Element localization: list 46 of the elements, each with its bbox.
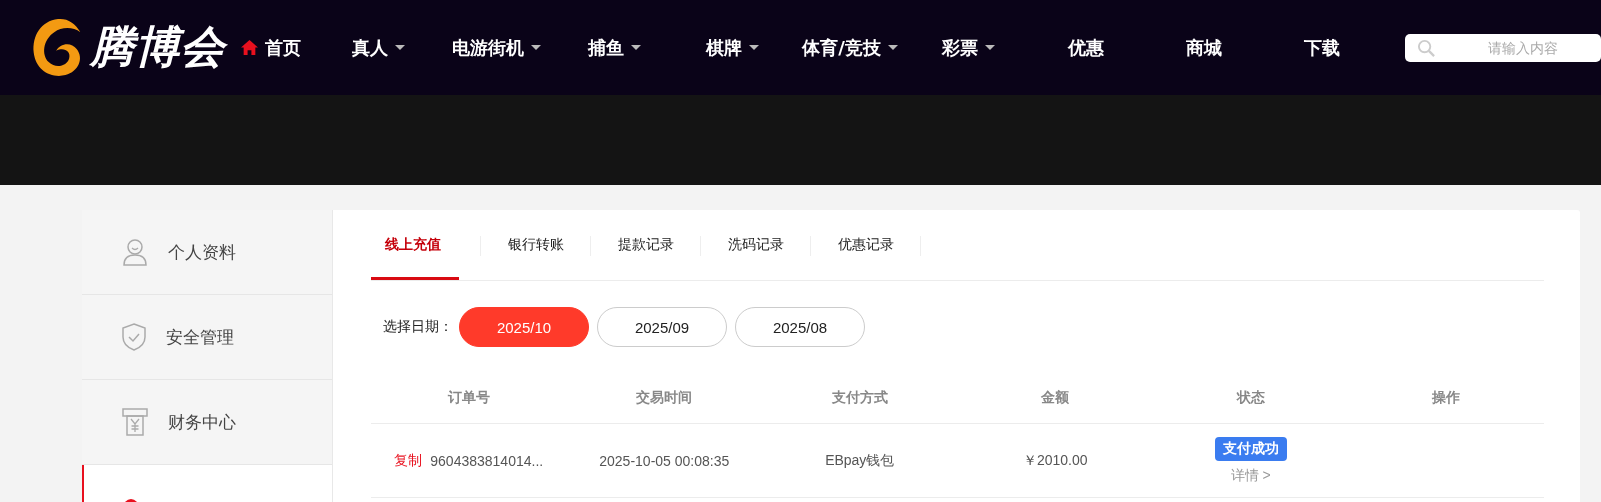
caret-icon [530,45,541,50]
nav-item[interactable]: 彩票 [909,35,1027,60]
search-field[interactable]: 请输入内容 [1405,33,1601,62]
user-icon [122,238,148,266]
tab[interactable]: 线上充值 [371,210,481,280]
status-badge: 支付成功 [1214,436,1287,461]
sidebar-item[interactable]: 个人资料 [82,210,332,295]
date-label: 选择日期： [383,318,453,336]
column-header: 操作 [1431,389,1462,407]
column-header: 金额 [1040,389,1071,407]
table-cell: EBpay钱包 [825,451,895,470]
date-button[interactable]: 2025/09 [597,307,727,347]
sidebar-icon [124,497,138,502]
shield-icon [122,323,146,351]
caret-icon [748,45,759,50]
order-number: 9604383814014... [430,452,544,469]
date-button[interactable]: 2025/10 [459,307,589,347]
nav-item[interactable]: 真人 [319,35,437,60]
nav-item[interactable]: 优惠 [1027,35,1145,60]
column-header: 状态 [1235,389,1266,407]
search-icon [1417,38,1436,58]
tab[interactable]: 银行转账 [481,210,591,280]
column-header: 支付方式 [830,389,889,407]
nav-item[interactable]: 捕鱼 [555,35,673,60]
caret-icon [887,45,898,50]
tab[interactable]: 提款记录 [591,210,701,280]
nav-item[interactable]: 商城 [1145,35,1263,60]
table-cell: ￥2010.00 [1022,451,1088,470]
column-header: 交易时间 [635,389,694,407]
nav-item[interactable]: 首页 [231,35,311,60]
tab[interactable]: 洗码记录 [701,210,811,280]
nav-item[interactable]: 电游街机 [437,35,555,60]
home-icon [241,40,258,55]
nav-item[interactable]: 下载 [1263,35,1381,60]
copy-link[interactable]: 复制 [394,451,423,470]
caret-icon [984,45,995,50]
column-header: 订单号 [446,389,491,407]
date-button[interactable]: 2025/08 [735,307,865,347]
table-cell: 2025-10-05 00:08:35 [599,452,730,469]
caret-icon [394,45,405,50]
caret-icon [630,45,641,50]
finance-icon [122,408,148,436]
nav-item[interactable]: 棋牌 [673,35,791,60]
tab[interactable]: 优惠记录 [811,210,921,280]
sidebar-item[interactable]: 安全管理 [82,295,332,380]
nav-item[interactable]: 体育/竞技 [791,35,909,60]
